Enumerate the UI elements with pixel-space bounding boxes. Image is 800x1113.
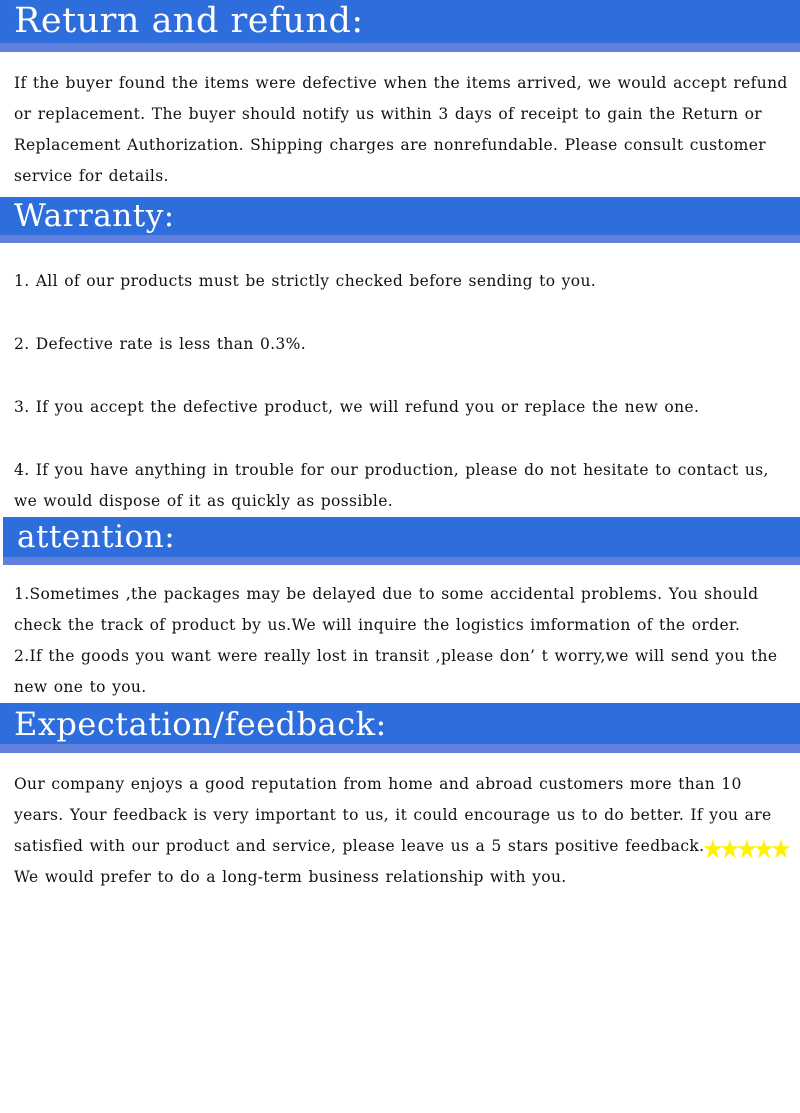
star-rating-icons	[703, 839, 791, 859]
paragraph-return-policy: If the buyer found the items were defect…	[14, 74, 788, 185]
star-icon	[737, 839, 757, 859]
attention-item-2: 2.If the goods you want were really lost…	[14, 647, 778, 696]
header-underband-attention	[3, 557, 800, 565]
body-warranty: 1. All of our products must be strictly …	[0, 243, 800, 517]
section-attention: attention: 1.Sometimes ,the packages may…	[0, 517, 800, 703]
section-return-and-refund: Return and refund: If the buyer found th…	[0, 0, 800, 192]
warranty-item-1: 1. All of our products must be strictly …	[14, 272, 597, 290]
star-icon	[754, 839, 774, 859]
header-underband-warranty	[0, 235, 800, 243]
policy-page: Return and refund: If the buyer found th…	[0, 0, 800, 1113]
header-underband-return-and-refund	[0, 43, 800, 52]
feedback-text-before-stars: Our company enjoys a good reputation fro…	[14, 775, 772, 855]
section-title-attention: attention:	[17, 519, 176, 555]
body-expectation-feedback: Our company enjoys a good reputation fro…	[0, 753, 800, 893]
section-header-warranty: Warranty:	[0, 197, 800, 243]
star-icon	[720, 839, 740, 859]
feedback-text-after-stars: We would prefer to do a long-term busine…	[14, 868, 567, 886]
paragraph-feedback: Our company enjoys a good reputation fro…	[14, 769, 792, 893]
section-expectation-feedback: Expectation/feedback: Our company enjoys…	[0, 703, 800, 893]
warranty-item-2: 2. Defective rate is less than 0.3%.	[14, 335, 306, 353]
header-bar-return-and-refund: Return and refund:	[0, 0, 800, 43]
body-return-and-refund: If the buyer found the items were defect…	[0, 52, 800, 192]
section-title-expectation-feedback: Expectation/feedback:	[14, 705, 387, 743]
warranty-item-3: 3. If you accept the defective product, …	[14, 398, 700, 416]
header-underband-expectation-feedback	[0, 744, 800, 753]
header-bar-attention: attention:	[3, 517, 800, 557]
section-title-warranty: Warranty:	[14, 198, 175, 234]
warranty-item-4: 4. If you have anything in trouble for o…	[14, 461, 769, 510]
star-icon	[771, 839, 791, 859]
body-attention: 1.Sometimes ,the packages may be delayed…	[0, 565, 800, 703]
star-icon	[703, 839, 723, 859]
header-bar-warranty: Warranty:	[0, 197, 800, 235]
header-bar-expectation-feedback: Expectation/feedback:	[0, 703, 800, 744]
section-header-return-and-refund: Return and refund:	[0, 0, 800, 52]
section-header-expectation-feedback: Expectation/feedback:	[0, 703, 800, 753]
section-header-attention: attention:	[0, 517, 800, 565]
section-title-return-and-refund: Return and refund:	[14, 1, 364, 41]
section-warranty: Warranty: 1. All of our products must be…	[0, 197, 800, 517]
attention-item-1: 1.Sometimes ,the packages may be delayed…	[14, 585, 759, 634]
